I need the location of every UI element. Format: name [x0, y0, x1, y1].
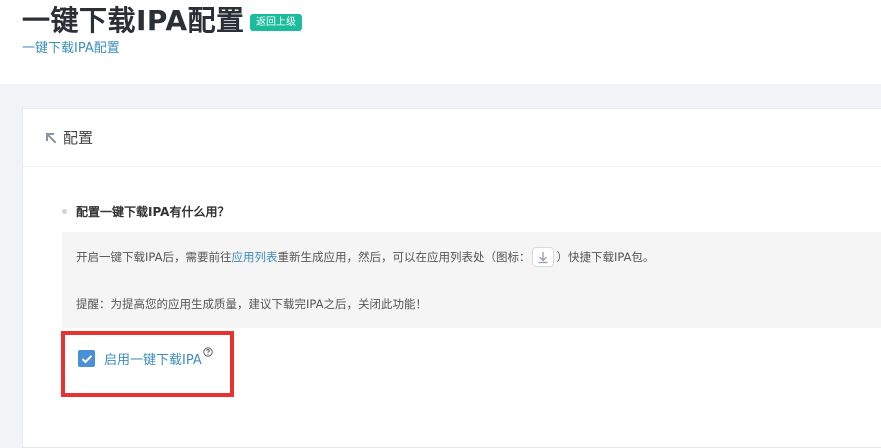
arrow-up-left-icon: [45, 132, 57, 143]
question-text: 配置一键下载IPA有什么用？: [76, 205, 230, 219]
page-title: 一键下载IPA配置: [22, 4, 245, 37]
app-list-link[interactable]: 应用列表: [231, 249, 277, 265]
info-text-part2: 重新生成应用，然后，可以在应用列表处（图标：: [277, 250, 531, 264]
enable-ipa-checkbox[interactable]: [78, 350, 95, 367]
check-icon: [81, 354, 92, 363]
download-icon: [532, 247, 555, 267]
faq-question: 配置一键下载IPA有什么用？: [62, 203, 229, 220]
breadcrumb[interactable]: 一键下载IPA配置: [22, 40, 120, 58]
page-header: 一键下载IPA配置 返回上级 一键下载IPA配置: [0, 0, 881, 84]
question-circle-icon[interactable]: [203, 347, 213, 360]
info-line-2: 提醒：为提高您的应用生成质量，建议下载完IPA之后，关闭此功能！: [76, 297, 427, 311]
enable-ipa-download-option[interactable]: 启用一键下载IPA: [78, 347, 213, 368]
back-button[interactable]: 返回上级: [250, 14, 302, 31]
info-line-1: 开启一键下载IPA后，需要前往 应用列表 重新生成应用，然后，可以在应用列表处（…: [76, 247, 654, 267]
panel-heading: 配置: [63, 129, 94, 147]
info-text-part1: 开启一键下载IPA后，需要前往: [76, 250, 232, 264]
panel-header: 配置: [23, 109, 881, 167]
info-text-part3: ）快捷下载IPA包。: [556, 250, 655, 264]
info-box: 开启一键下载IPA后，需要前往 应用列表 重新生成应用，然后，可以在应用列表处（…: [62, 232, 881, 328]
enable-ipa-label[interactable]: 启用一键下载IPA: [104, 349, 202, 368]
bullet-dot: [62, 209, 67, 214]
